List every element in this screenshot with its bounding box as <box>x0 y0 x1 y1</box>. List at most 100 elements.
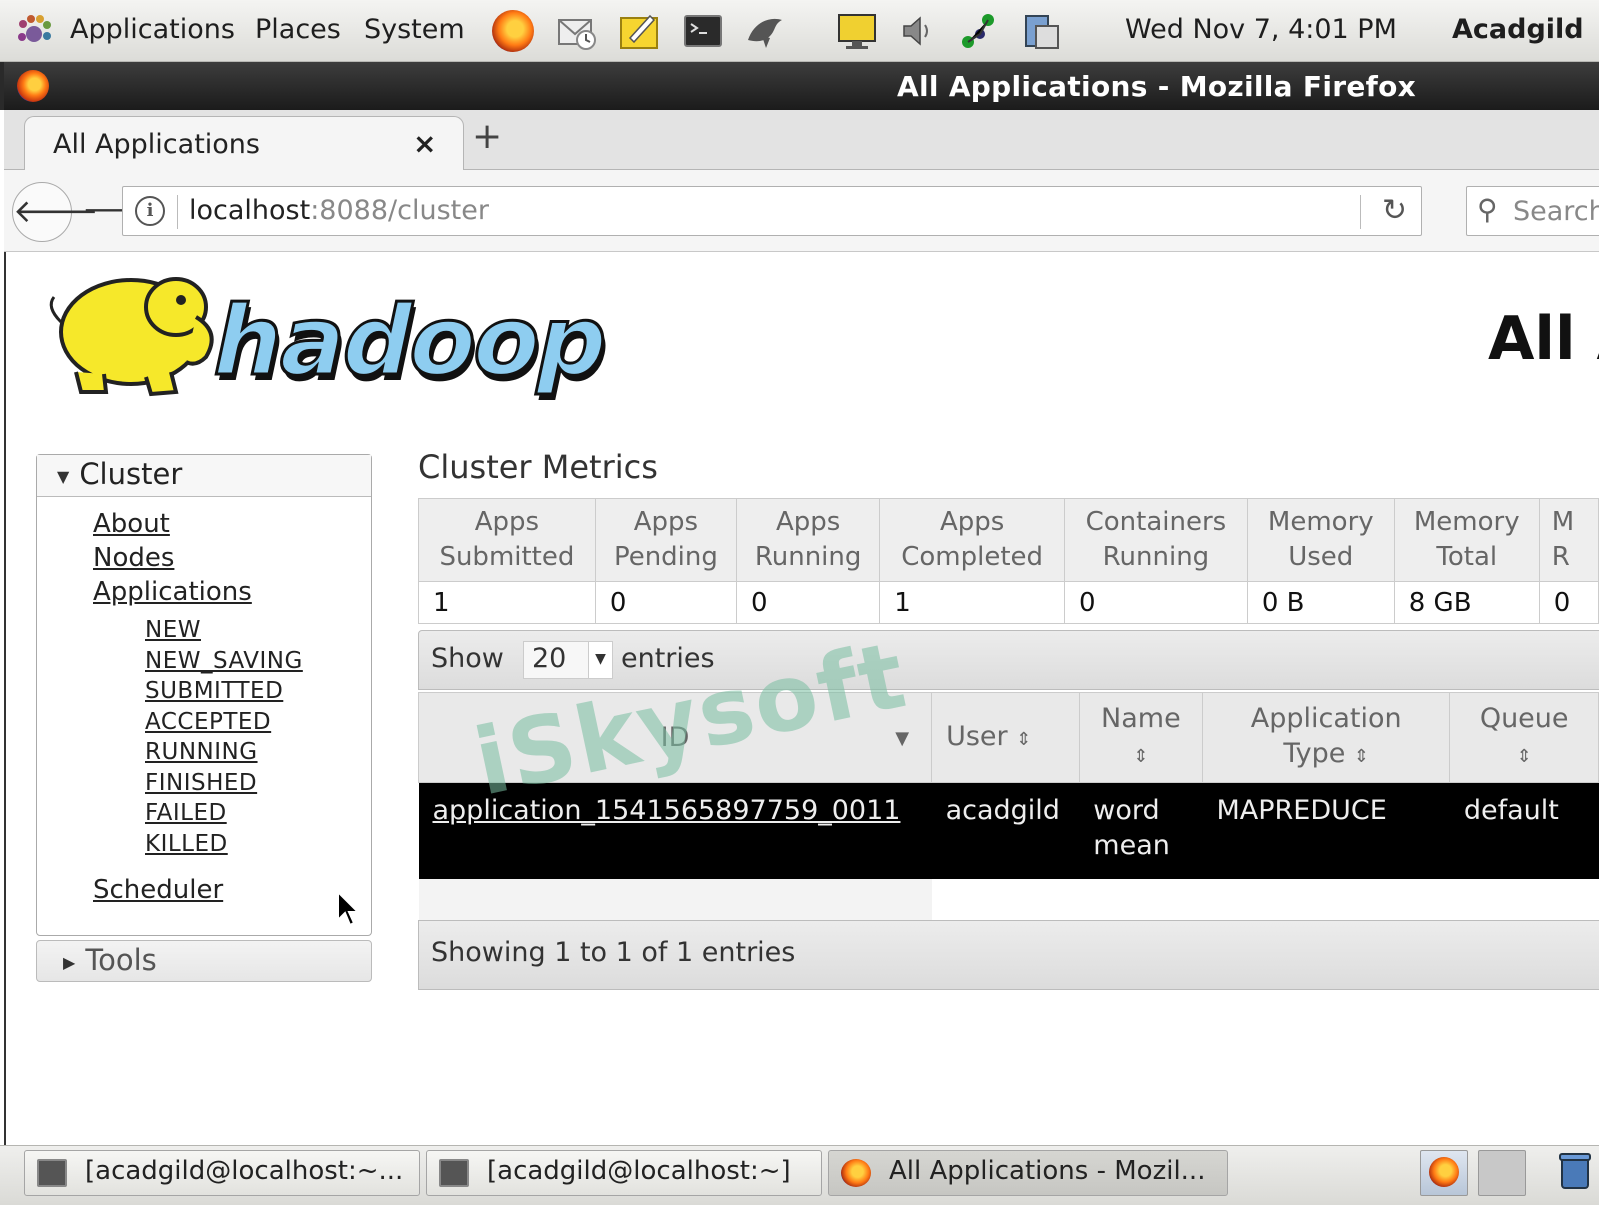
metric-memory-used: 0 B <box>1246 581 1395 624</box>
nav-cluster-panel: ▼ Cluster About Nodes Applications NEW NE… <box>36 454 372 936</box>
back-button[interactable]: 🡐 <box>12 182 99 242</box>
nav-state-failed[interactable]: FAILED <box>145 798 303 829</box>
nav-link-nodes[interactable]: Nodes <box>93 541 252 575</box>
display-icon[interactable] <box>836 10 878 52</box>
metric-containers-running: 0 <box>1064 581 1248 624</box>
nav-state-accepted[interactable]: ACCEPTED <box>145 707 303 738</box>
apps-header-row: ID ▼ User ⇕ Name ⇕ Application Type ⇕ Que… <box>417 692 1599 783</box>
taskbar: [acadgild@localhost:~... [acadgild@local… <box>0 1145 1599 1205</box>
firefox-launcher-icon[interactable] <box>492 10 534 52</box>
nav-state-finished[interactable]: FINISHED <box>145 768 303 799</box>
top-panel: Applications Places System Wed Nov 7, 4:… <box>0 0 1599 62</box>
window-titlebar[interactable]: All Applications - Mozilla Firefox <box>0 62 1599 110</box>
metrics-header: Apps Running <box>736 498 881 582</box>
workspace-1-button[interactable] <box>1420 1150 1468 1196</box>
url-bar[interactable]: i localhost:8088/cluster ↻ <box>122 186 1422 236</box>
nav-state-new-saving[interactable]: NEW_SAVING <box>145 646 303 677</box>
nav-scheduler: Scheduler <box>93 875 223 905</box>
table-info-text: Showing 1 to 1 of 1 entries <box>431 937 796 968</box>
site-info-icon[interactable]: i <box>135 196 165 226</box>
metrics-header: Apps Completed <box>879 498 1065 582</box>
svg-text:hadoop: hadoop <box>203 285 617 397</box>
metrics-header: Containers Running <box>1064 498 1248 582</box>
nav-links: About Nodes Applications <box>93 507 252 609</box>
metric-apps-running: 0 <box>736 581 881 624</box>
taskbar-item-firefox[interactable]: All Applications - Mozil... <box>828 1150 1228 1196</box>
menu-system[interactable]: System <box>364 14 465 45</box>
nav-app-states: NEW NEW_SAVING SUBMITTED ACCEPTED RUNNIN… <box>145 615 303 859</box>
search-box[interactable]: ⚲ Search <box>1466 186 1599 236</box>
metric-memory-total: 8 GB <box>1393 581 1540 624</box>
nav-link-about[interactable]: About <box>93 507 252 541</box>
gnome-foot-icon[interactable] <box>14 12 54 52</box>
sort-both-icon: ⇕ <box>1516 746 1532 767</box>
metrics-header: Memory Total <box>1393 498 1540 582</box>
nav-tools-header[interactable]: ▶ Tools <box>36 940 372 982</box>
nav-state-new[interactable]: NEW <box>145 615 303 646</box>
column-header-queue[interactable]: Queue ⇕ <box>1449 692 1599 783</box>
notes-launcher-icon[interactable] <box>618 10 660 52</box>
network-icon[interactable] <box>958 10 1000 52</box>
metrics-value-row: 1 0 0 1 0 0 B 8 GB 0 <box>418 581 1599 624</box>
firefox-icon <box>1429 1157 1459 1187</box>
table-length-toolbar: Show 20 ▼ entries <box>418 630 1599 690</box>
firefox-icon <box>17 70 49 102</box>
table-row[interactable]: application_1541565897759_0011 acadgild … <box>418 782 1599 879</box>
panel-clock[interactable]: Wed Nov 7, 4:01 PM <box>1125 14 1397 45</box>
tab-all-applications[interactable]: All Applications × <box>24 116 464 171</box>
page-size-select[interactable]: 20 ▼ <box>523 641 613 679</box>
navigation-bar: 🡐 🡒 i localhost:8088/cluster ↻ ⚲ Search <box>4 170 1599 252</box>
column-header-user[interactable]: User ⇕ <box>931 692 1080 783</box>
tab-bar: All Applications × + <box>4 110 1599 171</box>
panel-user[interactable]: Acadgild <box>1452 14 1584 45</box>
taskbar-item-terminal-2[interactable]: [acadgild@localhost:~] <box>426 1150 822 1196</box>
dolphin-launcher-icon[interactable] <box>744 10 786 52</box>
chevron-down-icon: ▼ <box>588 642 612 678</box>
terminal-icon <box>439 1159 469 1187</box>
url-text[interactable]: localhost:8088/cluster <box>189 195 489 226</box>
nav-link-scheduler[interactable]: Scheduler <box>93 875 223 905</box>
reload-separator <box>1360 195 1361 229</box>
metric-apps-pending: 0 <box>594 581 738 624</box>
search-placeholder: Search <box>1513 196 1599 227</box>
cluster-metrics-title: Cluster Metrics <box>418 448 658 486</box>
cell-user: acadgild <box>931 782 1080 879</box>
firefox-icon <box>841 1159 871 1187</box>
search-icon: ⚲ <box>1477 193 1498 226</box>
page-size-value: 20 <box>532 643 567 674</box>
window-title: All Applications - Mozilla Firefox <box>897 70 1417 103</box>
nav-state-running[interactable]: RUNNING <box>145 737 303 768</box>
terminal-launcher-icon[interactable] <box>682 10 724 52</box>
sort-desc-icon: ▼ <box>895 728 910 749</box>
nav-cluster-header[interactable]: ▼ Cluster <box>37 455 371 497</box>
menu-places[interactable]: Places <box>255 14 341 45</box>
trash-icon <box>1559 1153 1591 1189</box>
new-tab-button[interactable]: + <box>472 116 502 157</box>
mail-launcher-icon[interactable] <box>556 10 598 52</box>
app-id-link[interactable]: application_1541565897759_0011 <box>433 795 901 826</box>
triangle-right-icon: ▶ <box>63 952 76 972</box>
table-info-footer: Showing 1 to 1 of 1 entries <box>418 920 1599 990</box>
metrics-header: Apps Submitted <box>418 498 596 582</box>
tab-close-icon[interactable]: × <box>413 127 436 160</box>
column-header-name[interactable]: Name ⇕ <box>1078 692 1203 783</box>
column-header-id[interactable]: ID ▼ <box>417 692 933 783</box>
clipboard-icon[interactable] <box>1020 10 1062 52</box>
hadoop-logo: hadoop hadoop <box>49 277 620 403</box>
metric-apps-submitted: 1 <box>418 581 596 624</box>
taskbar-item-terminal-1[interactable]: [acadgild@localhost:~... <box>24 1150 420 1196</box>
metrics-header-row: Apps Submitted Apps Pending Apps Running Ap… <box>418 498 1599 582</box>
entries-label: entries <box>621 643 715 674</box>
nav-state-submitted[interactable]: SUBMITTED <box>145 676 303 707</box>
menu-applications[interactable]: Applications <box>70 14 235 45</box>
reload-icon[interactable]: ↻ <box>1382 193 1407 228</box>
trash-button[interactable] <box>1556 1150 1596 1196</box>
volume-icon[interactable] <box>898 10 940 52</box>
workspace-2-button[interactable] <box>1478 1150 1526 1196</box>
tab-label: All Applications <box>53 129 260 160</box>
nav-link-applications[interactable]: Applications <box>93 575 252 609</box>
cluster-metrics-table: Apps Submitted Apps Pending Apps Running Ap… <box>418 498 1599 624</box>
cell-app-id: application_1541565897759_0011 <box>418 782 932 879</box>
nav-state-killed[interactable]: KILLED <box>145 829 303 860</box>
column-header-application-type[interactable]: Application Type ⇕ <box>1201 692 1451 783</box>
